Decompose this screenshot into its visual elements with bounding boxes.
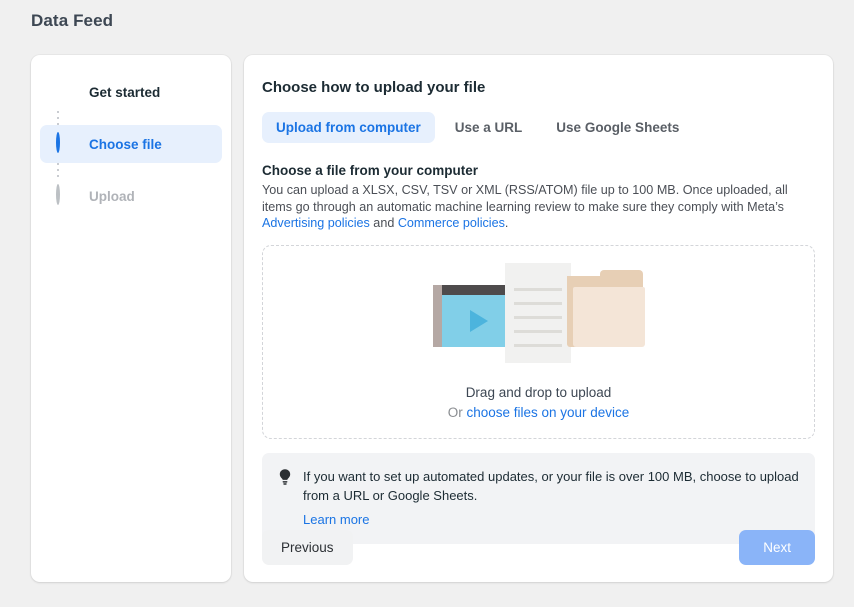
- description-period: .: [505, 216, 509, 230]
- section-title: Choose a file from your computer: [262, 163, 815, 178]
- choose-files-link[interactable]: choose files on your device: [466, 405, 629, 420]
- step-list: Get started Choose file Upload: [31, 73, 231, 215]
- lightbulb-icon: [277, 468, 293, 529]
- dropzone-primary-text: Drag and drop to upload: [466, 385, 612, 400]
- step-connector-1: [57, 111, 59, 125]
- previous-button[interactable]: Previous: [262, 530, 353, 565]
- half-circle-icon: [56, 134, 76, 154]
- check-circle-icon: [56, 82, 76, 102]
- dropzone-or-text: Or: [448, 405, 467, 420]
- tab-use-a-url[interactable]: Use a URL: [441, 112, 537, 143]
- step-connector-2: [57, 163, 59, 177]
- step-label-upload: Upload: [89, 189, 135, 204]
- media-card-titlebar-icon: [442, 285, 514, 295]
- upload-panel: Choose how to upload your file Upload fr…: [244, 55, 833, 582]
- page-title: Data Feed: [31, 11, 113, 31]
- step-label-get-started: Get started: [89, 85, 160, 100]
- step-label-choose-file: Choose file: [89, 137, 162, 152]
- tip-text: If you want to set up automated updates,…: [303, 467, 800, 506]
- play-triangle-icon: [470, 310, 488, 332]
- panel-footer: Previous Next: [262, 530, 815, 565]
- tab-use-google-sheets[interactable]: Use Google Sheets: [542, 112, 693, 143]
- tab-upload-from-computer[interactable]: Upload from computer: [262, 112, 435, 143]
- upload-method-tabs: Upload from computer Use a URL Use Googl…: [262, 112, 815, 143]
- advertising-policies-link[interactable]: Advertising policies: [262, 216, 370, 230]
- document-icon: [505, 263, 571, 363]
- empty-circle-icon: [56, 186, 76, 206]
- dropzone-secondary-text: Or choose files on your device: [448, 405, 630, 420]
- sidebar-item-upload[interactable]: Upload: [40, 177, 222, 215]
- panel-title: Choose how to upload your file: [262, 79, 815, 96]
- section-description: You can upload a XLSX, CSV, TSV or XML (…: [262, 182, 808, 232]
- sidebar-item-get-started[interactable]: Get started: [40, 73, 222, 111]
- page-root: Data Feed Get started Choose file: [0, 0, 854, 607]
- folder-front-icon: [573, 287, 645, 347]
- stepper-sidebar: Get started Choose file Upload: [31, 55, 231, 582]
- sidebar-item-choose-file[interactable]: Choose file: [40, 125, 222, 163]
- description-conjunction: and: [370, 216, 398, 230]
- upload-illustration: [431, 263, 647, 363]
- next-button[interactable]: Next: [739, 530, 815, 565]
- learn-more-link[interactable]: Learn more: [303, 512, 369, 527]
- description-text: You can upload a XLSX, CSV, TSV or XML (…: [262, 183, 788, 214]
- file-dropzone[interactable]: Drag and drop to upload Or choose files …: [262, 245, 815, 439]
- commerce-policies-link[interactable]: Commerce policies: [398, 216, 505, 230]
